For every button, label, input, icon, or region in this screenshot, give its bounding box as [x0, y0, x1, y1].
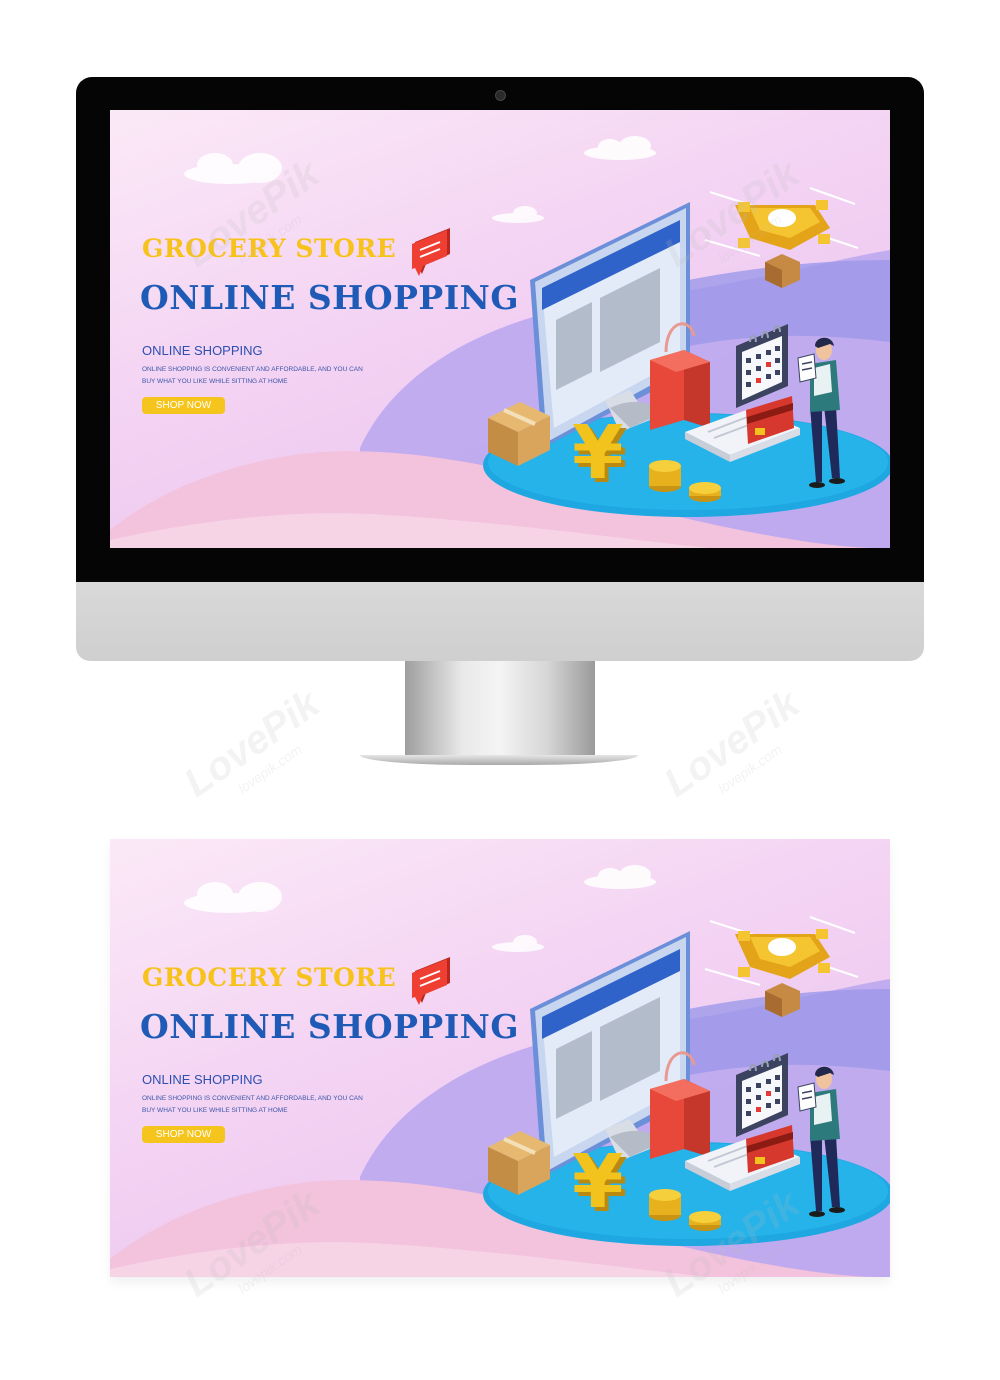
screen-banner: GROCERY STORE ONLINE SHOPPING ONLINE SHO… — [110, 110, 890, 548]
svg-text:¥: ¥ — [572, 1139, 624, 1225]
yen-symbol-icon: ¥ ¥ — [572, 1139, 628, 1229]
shopping-illustration: ¥ ¥ — [412, 916, 890, 1246]
monitor-chin — [76, 582, 924, 661]
standalone-banner: GROCERY STORE ONLINE SHOPPING ONLINE SHO… — [110, 839, 890, 1277]
monitor-stand-base — [360, 755, 638, 765]
shopping-illustration: ¥ ¥ — [412, 187, 890, 517]
yen-symbol-icon: ¥ ¥ — [572, 410, 628, 500]
svg-text:¥: ¥ — [572, 410, 624, 496]
chat-bubble-icon — [412, 957, 450, 1005]
chat-bubble-icon — [412, 228, 450, 276]
drone-icon — [704, 187, 859, 288]
watermark: LovePik lovepik.com — [656, 681, 808, 806]
drone-icon — [704, 916, 859, 1017]
calendar-icon — [736, 324, 788, 408]
monitor-stand — [405, 661, 595, 757]
webcam-icon — [495, 90, 506, 101]
calendar-icon — [736, 1053, 788, 1137]
watermark: LovePik lovepik.com — [176, 681, 328, 806]
